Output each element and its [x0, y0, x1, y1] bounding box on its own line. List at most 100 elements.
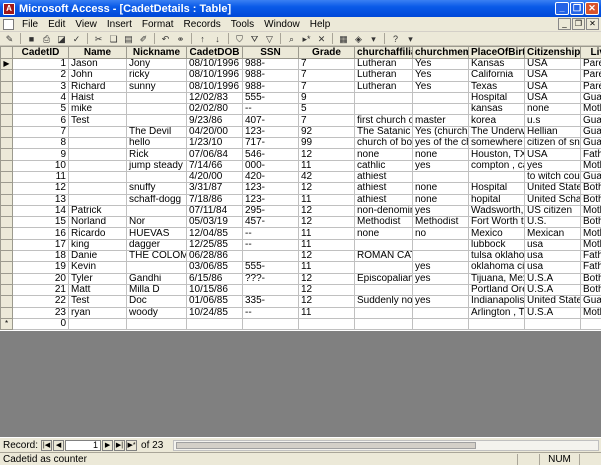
cell-churchaffiliation[interactable]: The Satanic Chu: [354, 125, 413, 139]
filter-by-form-icon[interactable]: ⛛: [248, 33, 261, 45]
new-record-selector[interactable]: *: [0, 317, 13, 331]
new-cell-grade[interactable]: [298, 317, 355, 331]
cell-churchmember[interactable]: yes: [412, 159, 469, 172]
cell-name[interactable]: Danie: [68, 250, 127, 263]
cell-citizenship[interactable]: U.S.A: [524, 306, 581, 319]
cell-churchmember[interactable]: [412, 283, 469, 297]
restore-icon[interactable]: ❐: [570, 2, 584, 15]
cell-churchaffiliation[interactable]: ROMAN CATHO: [354, 250, 413, 263]
cell-citizenship[interactable]: yes: [524, 159, 581, 172]
cell-placeofbirth[interactable]: The Underworld: [468, 125, 525, 139]
cell-live[interactable]: Guardi: [580, 114, 601, 127]
cell-churchmember[interactable]: Yes: [412, 57, 469, 71]
new-cell-ssn[interactable]: [242, 317, 299, 331]
cell-live[interactable]: Mothe: [580, 238, 601, 252]
cell-cadetdob[interactable]: 02/02/80: [186, 103, 243, 116]
new-cell-citizenship[interactable]: [524, 317, 581, 331]
table-row[interactable]: 10 jump steady 7/14/66 000- 11 cathlic yes comp…: [0, 159, 601, 172]
last-record-button[interactable]: ▶|: [114, 439, 126, 451]
undo-icon[interactable]: ↶: [159, 33, 172, 45]
record-selector[interactable]: [0, 204, 13, 218]
cell-ssn[interactable]: 123-: [242, 125, 299, 139]
print-preview-icon[interactable]: ◪: [55, 33, 68, 45]
cell-nickname[interactable]: [126, 114, 187, 127]
cell-placeofbirth[interactable]: compton , califo: [468, 159, 525, 172]
new-cell-churchaffiliation[interactable]: [354, 317, 413, 331]
cell-cadetid[interactable]: 13: [12, 193, 69, 206]
cell-name[interactable]: Patrick: [68, 204, 127, 218]
table-row[interactable]: 21MattMilla D10/15/86 12 Portland OregonU.…: [0, 283, 601, 297]
record-selector[interactable]: [0, 91, 13, 105]
cell-cadetid[interactable]: 3: [12, 80, 69, 93]
record-selector[interactable]: [0, 238, 13, 252]
record-selector[interactable]: [0, 69, 13, 82]
cell-name[interactable]: [68, 193, 127, 206]
new-cell-nickname[interactable]: [126, 317, 187, 331]
record-selector[interactable]: [0, 227, 13, 240]
cell-name[interactable]: Haist: [68, 91, 127, 105]
cell-grade[interactable]: 12: [298, 182, 355, 195]
cell-grade[interactable]: 42: [298, 170, 355, 184]
cell-churchaffiliation[interactable]: Episcopalian: [354, 272, 413, 285]
table-row[interactable]: 5mike02/02/80--5kansasnoneMothe: [0, 103, 601, 116]
table-row[interactable]: 3 Richard sunny 08/10/1996 988- 7 Lutheran Yes T…: [0, 80, 601, 93]
find-icon[interactable]: ⌕: [285, 33, 298, 45]
database-window-icon[interactable]: ▦: [337, 33, 350, 45]
delete-record-icon[interactable]: ✕: [315, 33, 328, 45]
menu-window[interactable]: Window: [259, 19, 305, 30]
record-selector[interactable]: [0, 182, 13, 195]
cell-cadetdob[interactable]: 10/15/86: [186, 283, 243, 297]
cell-citizenship[interactable]: to witch country: [524, 170, 581, 184]
record-selector[interactable]: [0, 193, 13, 206]
cell-cadetid[interactable]: 8: [12, 137, 69, 150]
cell-live[interactable]: Guardi: [580, 91, 601, 105]
cell-cadetdob[interactable]: 9/23/86: [186, 114, 243, 127]
cell-name[interactable]: Jason: [68, 57, 127, 71]
cell-nickname[interactable]: woody: [126, 306, 187, 319]
cell-citizenship[interactable]: usa: [524, 250, 581, 263]
table-row[interactable]: ▶ 1 Jason Jony 08/10/1996 988- 7 Lutheran Yes Kan…: [0, 57, 601, 71]
cell-placeofbirth[interactable]: oklahoma city: [468, 261, 525, 274]
menu-format[interactable]: Format: [137, 19, 179, 30]
cell-grade[interactable]: 12: [298, 250, 355, 263]
cell-nickname[interactable]: sunny: [126, 80, 187, 93]
record-selector[interactable]: [0, 103, 13, 116]
cell-live[interactable]: Both F: [580, 193, 601, 206]
cell-live[interactable]: Mothe: [580, 103, 601, 116]
record-selector[interactable]: [0, 170, 13, 184]
cell-citizenship[interactable]: USA: [524, 80, 581, 93]
cut-icon[interactable]: ✂: [92, 33, 105, 45]
record-selector[interactable]: [0, 148, 13, 161]
cell-live[interactable]: Parent: [580, 57, 601, 71]
cell-cadetdob[interactable]: 07/06/84: [186, 148, 243, 161]
cell-churchmember[interactable]: [412, 238, 469, 252]
cell-placeofbirth[interactable]: Wadsworth, Oh: [468, 204, 525, 218]
cell-churchmember[interactable]: master: [412, 114, 469, 127]
cell-nickname[interactable]: HUEVAS: [126, 227, 187, 240]
cell-citizenship[interactable]: USA: [524, 69, 581, 82]
record-selector[interactable]: [0, 250, 13, 263]
cell-grade[interactable]: 11: [298, 227, 355, 240]
cell-live[interactable]: Both F: [580, 272, 601, 285]
cell-placeofbirth[interactable]: California: [468, 69, 525, 82]
cell-placeofbirth[interactable]: Mexico: [468, 227, 525, 240]
cell-churchaffiliation[interactable]: Lutheran: [354, 80, 413, 93]
cell-live[interactable]: Both F: [580, 216, 601, 229]
cell-placeofbirth[interactable]: Fort Worth texa: [468, 216, 525, 229]
cell-ssn[interactable]: ???-: [242, 272, 299, 285]
cell-churchaffiliation[interactable]: [354, 91, 413, 105]
cell-cadetid[interactable]: 22: [12, 295, 69, 308]
new-cell-name[interactable]: [68, 317, 127, 331]
cell-churchaffiliation[interactable]: Lutheran: [354, 57, 413, 71]
cell-placeofbirth[interactable]: Texas: [468, 80, 525, 93]
cell-placeofbirth[interactable]: [468, 170, 525, 184]
cell-name[interactable]: mike: [68, 103, 127, 116]
cell-name[interactable]: Richard: [68, 80, 127, 93]
next-record-button[interactable]: ▶: [102, 439, 114, 451]
cell-churchaffiliation[interactable]: none: [354, 227, 413, 240]
cell-placeofbirth[interactable]: Indianapolis, Inc: [468, 295, 525, 308]
first-record-button[interactable]: |◀: [41, 439, 53, 451]
cell-nickname[interactable]: [126, 91, 187, 105]
view-icon[interactable]: ✎: [3, 33, 16, 45]
menu-help[interactable]: Help: [305, 19, 336, 30]
